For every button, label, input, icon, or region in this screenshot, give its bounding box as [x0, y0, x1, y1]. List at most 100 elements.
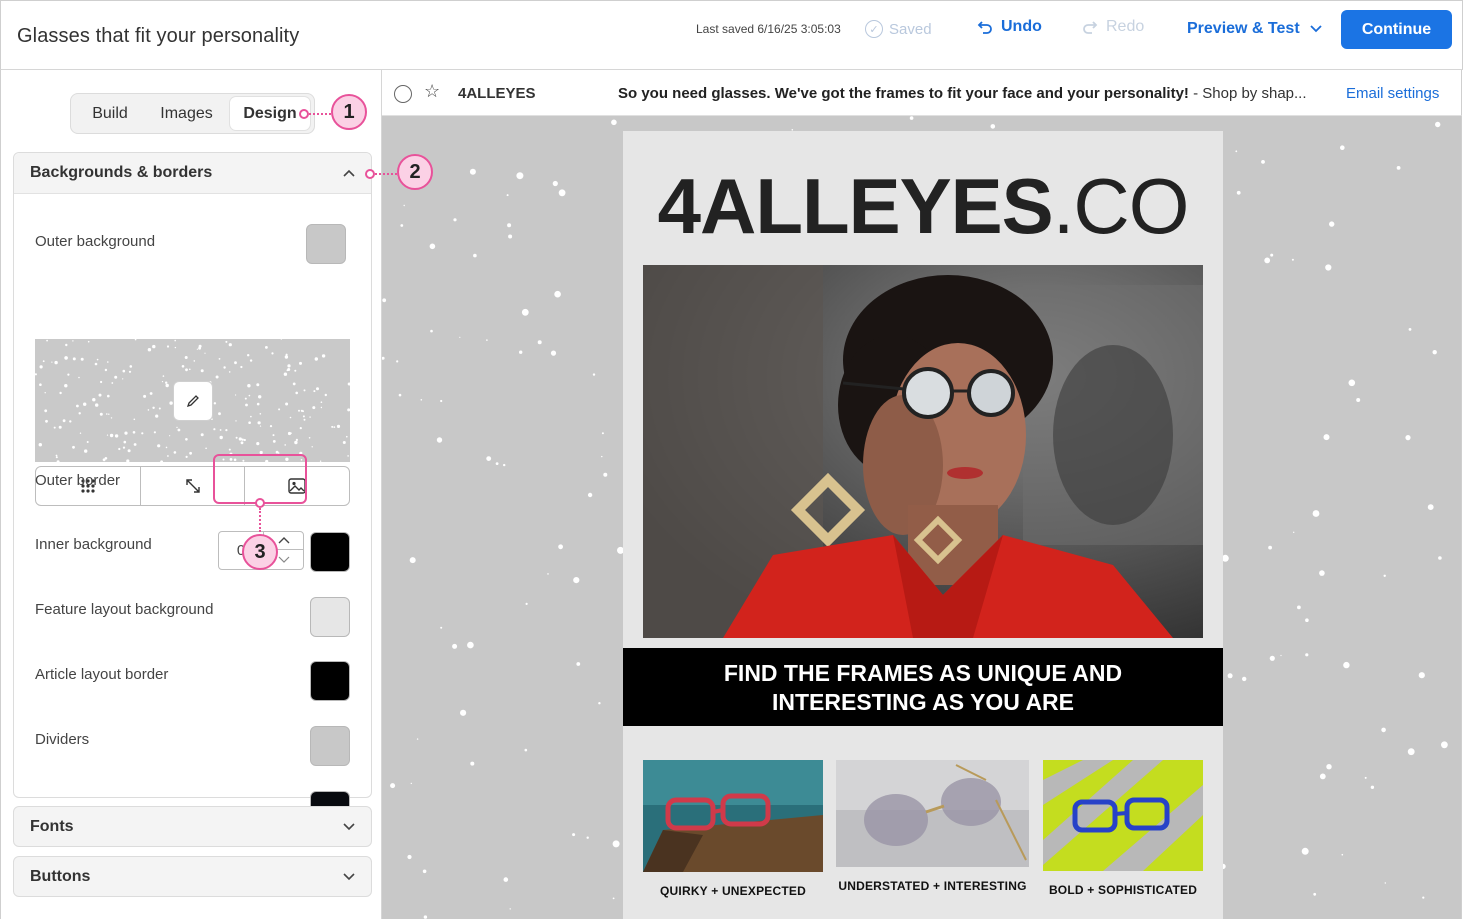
snowflake [167, 455, 169, 457]
fonts-accordion[interactable]: Fonts [13, 806, 372, 847]
snowflake [127, 449, 131, 453]
product-card[interactable]: UNDERSTATED + INTERESTING [836, 760, 1029, 893]
snowflake [309, 416, 311, 418]
snowflake [45, 419, 48, 423]
banner-line-2: INTERESTING AS YOU ARE [771, 689, 1075, 715]
snowflake [39, 383, 42, 386]
snowflake [165, 383, 169, 388]
snowflake [42, 360, 45, 363]
snowflake [185, 455, 188, 458]
snowflake [98, 393, 102, 397]
snowflake [285, 353, 288, 356]
brand-logo[interactable]: 4ALLEYES.CO [623, 161, 1223, 252]
snowflake [990, 124, 996, 129]
tab-design[interactable]: Design [230, 97, 310, 130]
snowflake [508, 234, 513, 239]
snowflake [289, 416, 292, 419]
snowflake [547, 573, 549, 575]
headline-banner[interactable]: FIND THE FRAMES AS UNIQUE AND INTERESTIN… [623, 648, 1223, 726]
snowflake [223, 366, 226, 369]
snowflake [107, 394, 110, 398]
hero-image[interactable] [643, 265, 1203, 638]
snowflake [1356, 398, 1361, 402]
redo-button[interactable]: Redo [1082, 18, 1144, 36]
snowflake [440, 626, 443, 629]
backgrounds-borders-header[interactable]: Backgrounds & borders [14, 153, 371, 194]
snowflake [319, 460, 322, 462]
snowflake [284, 444, 286, 446]
email-settings-link[interactable]: Email settings [1346, 85, 1439, 102]
email-preview-canvas: 4ALLEYES.CO FIND THE FRAMES AS UNIQUE AN… [382, 116, 1462, 919]
snowflake [110, 417, 113, 419]
snowflake [460, 709, 467, 716]
snowflake [173, 451, 177, 454]
snowflake [219, 435, 223, 440]
snowflake [55, 456, 58, 459]
outer-background-swatch[interactable] [306, 224, 346, 264]
dividers-label: Dividers [35, 731, 90, 748]
snowflake [152, 406, 155, 409]
buttons-accordion[interactable]: Buttons [13, 856, 372, 897]
select-radio[interactable] [394, 85, 412, 103]
snowflake [1227, 673, 1233, 679]
snowflake [470, 761, 475, 766]
snowflake [407, 854, 412, 860]
snowflake [430, 329, 433, 333]
snowflake [249, 359, 253, 362]
callout-2-badge: 2 [397, 154, 433, 190]
snowflake [486, 456, 492, 461]
article-layout-border-swatch[interactable] [310, 726, 350, 766]
continue-button[interactable]: Continue [1341, 10, 1452, 49]
product-label: QUIRKY + UNEXPECTED [660, 884, 806, 898]
undo-button[interactable]: Undo [977, 18, 1042, 36]
snowflake [80, 357, 84, 361]
snowflake [87, 340, 90, 343]
snowflake [1305, 653, 1309, 657]
product-card[interactable]: QUIRKY + UNEXPECTED [643, 760, 823, 898]
snowflake [312, 406, 316, 410]
page-title[interactable]: Glasses that fit your personality [17, 25, 299, 48]
snowflake [44, 409, 48, 413]
tab-images[interactable]: Images [149, 97, 224, 130]
snowflake [390, 783, 396, 789]
snowflake [519, 350, 523, 354]
snowflake [169, 435, 171, 437]
snowflake [403, 204, 405, 207]
preview-test-dropdown[interactable]: Preview & Test [1187, 20, 1322, 38]
chevron-down-icon [1310, 25, 1322, 33]
snowflake [469, 168, 476, 175]
snowflake [158, 407, 161, 410]
snowflake [228, 448, 231, 451]
snowflake [314, 357, 318, 361]
snowflake [611, 119, 617, 126]
background-image-preview [35, 339, 350, 462]
woman-glasses-photo [643, 265, 1203, 638]
snowflake [420, 399, 423, 401]
edit-image-button[interactable] [173, 381, 213, 421]
snowflake [51, 361, 53, 363]
inner-background-swatch[interactable] [310, 597, 350, 637]
snowflake [147, 348, 152, 352]
design-sidebar: Build Images Design 1 Backgrounds & bord… [0, 70, 433, 919]
feature-layout-background-swatch[interactable] [310, 661, 350, 701]
tab-build[interactable]: Build [79, 97, 141, 130]
snowflake [272, 434, 275, 437]
snowflake [347, 455, 349, 457]
product-image [643, 760, 823, 872]
star-icon[interactable]: ☆ [424, 81, 440, 102]
snowflake [453, 218, 457, 222]
snowflake [298, 409, 300, 412]
pencil-icon [186, 395, 199, 408]
snowflake [55, 454, 58, 457]
product-card[interactable]: BOLD + SOPHISTICATED [1043, 760, 1203, 897]
snowflake [280, 339, 282, 340]
outer-border-color-swatch[interactable] [310, 532, 350, 572]
snowflake [78, 412, 81, 415]
snowflake [240, 441, 244, 445]
snowflake [1319, 570, 1325, 576]
snowflake [265, 346, 268, 349]
callout-connector [375, 173, 397, 175]
snowflake [278, 408, 281, 411]
inner-background-label: Inner background [35, 536, 152, 553]
snowflake [1396, 166, 1401, 170]
